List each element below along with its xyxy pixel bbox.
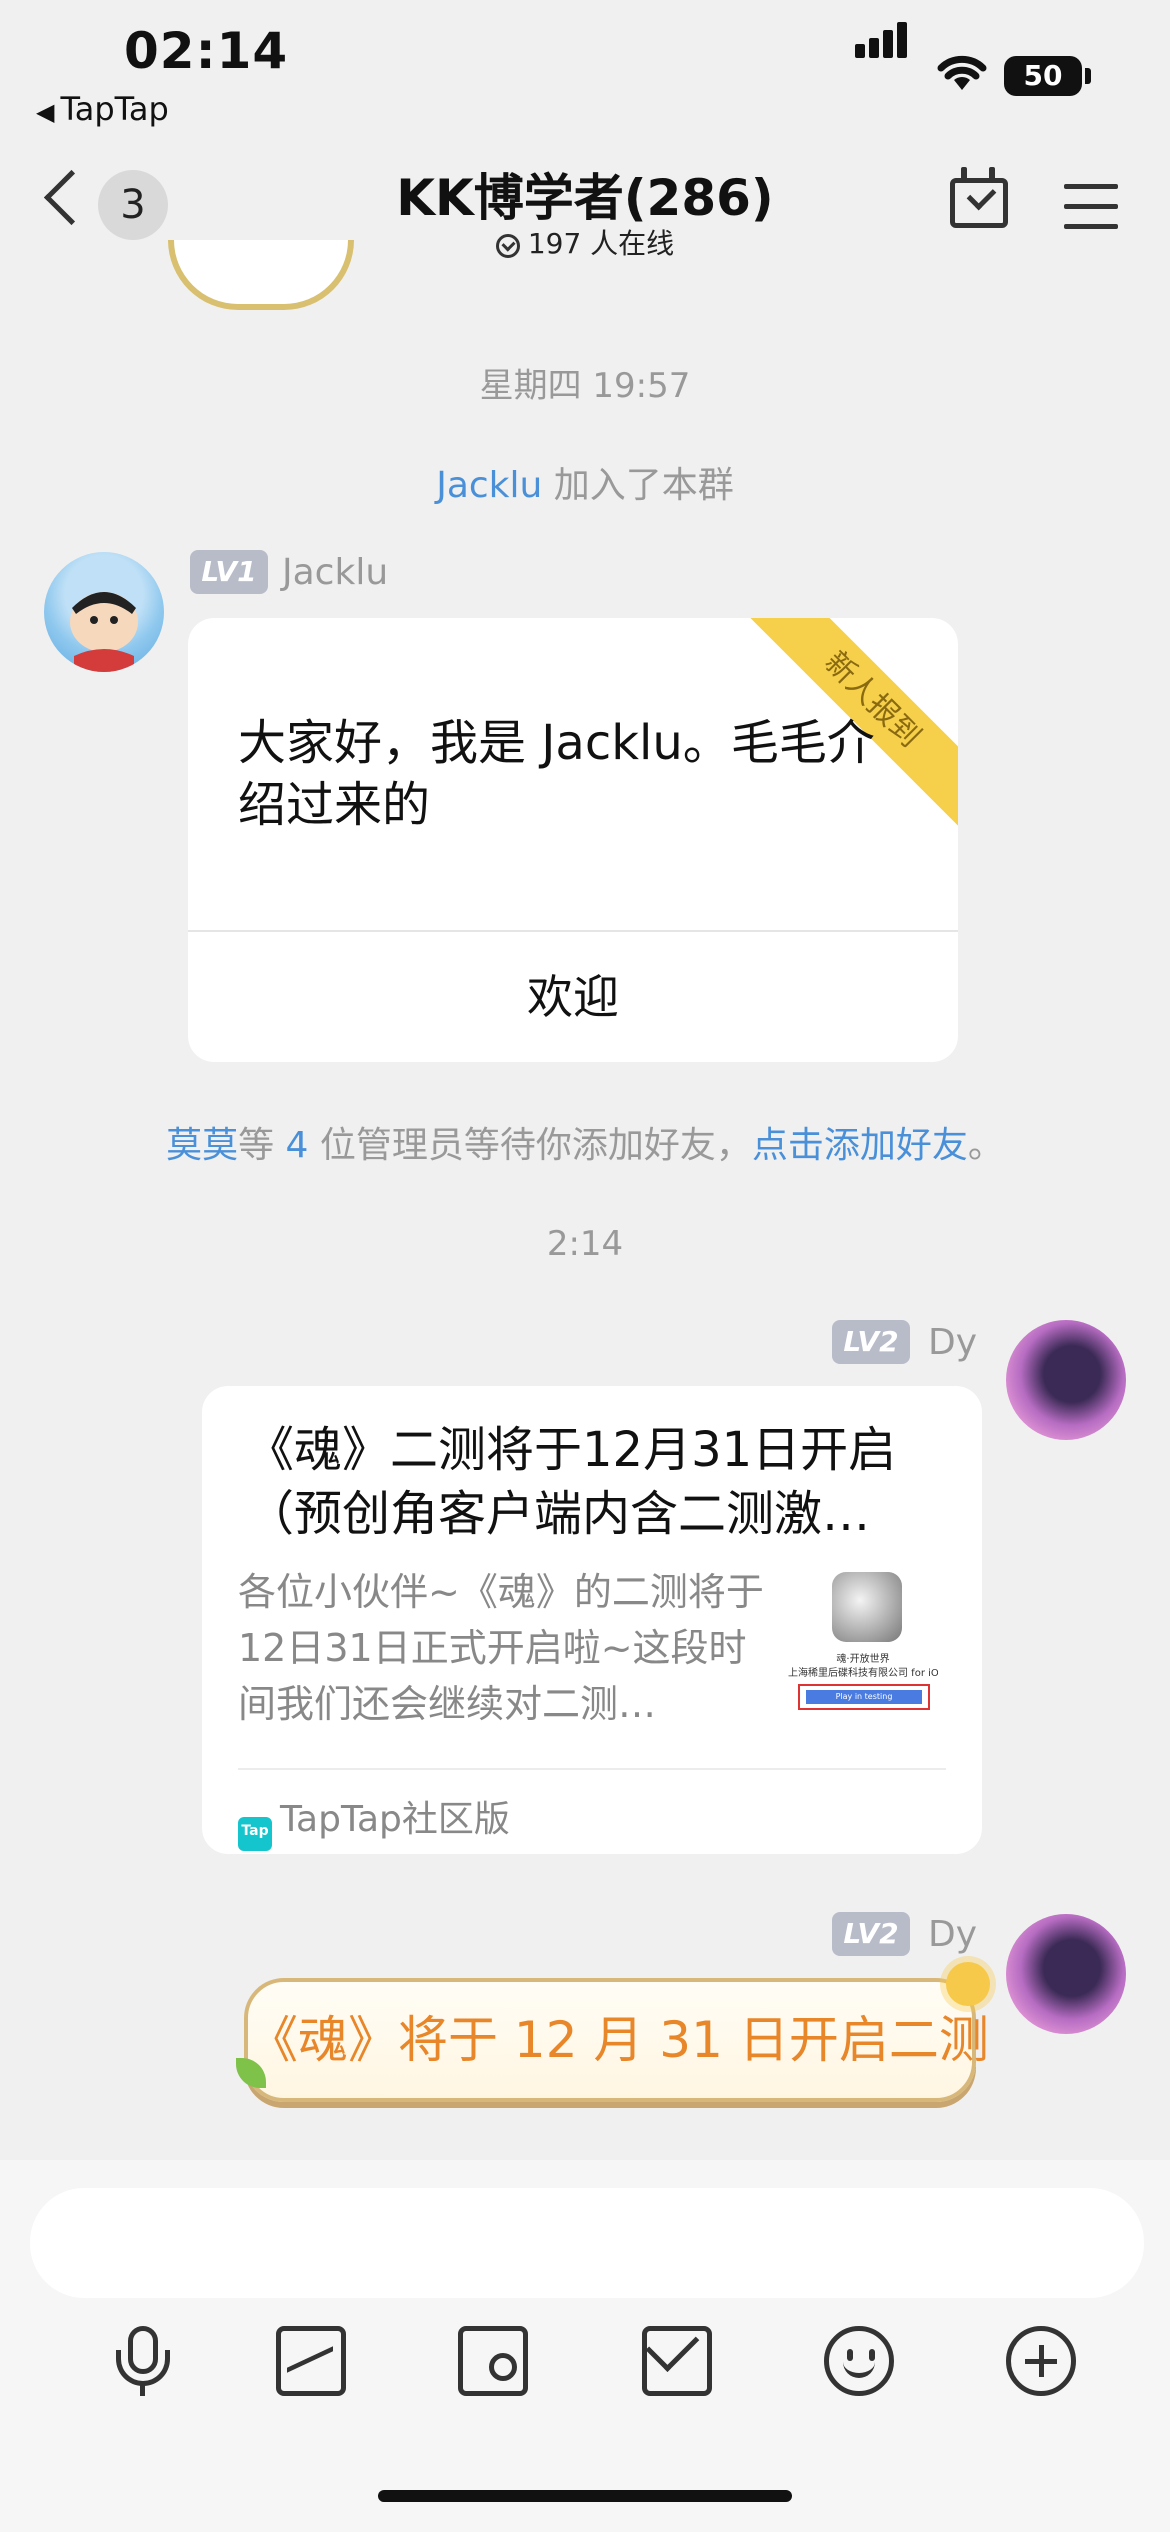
- image-icon[interactable]: [276, 2326, 346, 2396]
- camera-icon[interactable]: [458, 2326, 528, 2396]
- taptap-logo-icon: Tap: [238, 1817, 272, 1851]
- shared-post-title: 《魂》二测将于12月31日开启（预创角客户端内含二测激…: [246, 1418, 946, 1546]
- welcome-text: 大家好，我是 Jacklu。毛毛介绍过来的: [238, 715, 875, 833]
- game-icon: [832, 1572, 902, 1642]
- join-user-link[interactable]: Jacklu: [436, 465, 542, 506]
- sender-name[interactable]: Dy: [928, 1322, 977, 1363]
- shared-post-thumbnail: 魂·开放世界 上海稀里后碟科技有限公司 for iOS Play in test…: [788, 1572, 938, 1722]
- thumb-publisher: 上海稀里后碟科技有限公司 for iOS: [788, 1668, 938, 1679]
- admin-count: 4: [285, 1125, 309, 1166]
- status-time: 02:14: [124, 22, 289, 80]
- back-to-app-link[interactable]: ◀ TapTap: [36, 90, 169, 128]
- home-indicator[interactable]: [378, 2490, 792, 2502]
- timestamp: 2:14: [546, 1224, 624, 1264]
- online-check-icon: [495, 234, 520, 258]
- share-source-label: TapTap社区版: [280, 1799, 510, 1840]
- announcement-bubble[interactable]: 《魂》将于 12 月 31 日开启二测: [244, 1978, 989, 2102]
- sender-name[interactable]: Jacklu: [282, 552, 388, 593]
- battery-tip: [1085, 68, 1091, 84]
- admin-text-end: 。: [967, 1125, 1004, 1166]
- mic-icon[interactable]: [108, 2326, 178, 2396]
- admin-text-2: 位管理员等待你添加好友，: [308, 1125, 752, 1166]
- thumb-button: Play in testing: [806, 1690, 922, 1704]
- menu-icon[interactable]: [1064, 184, 1118, 244]
- red-envelope-icon[interactable]: [642, 2326, 712, 2396]
- shared-post-card[interactable]: 《魂》二测将于12月31日开启（预创角客户端内含二测激… 各位小伙伴~《魂》的二…: [202, 1386, 982, 1854]
- level-badge: LV2: [832, 1320, 910, 1364]
- admin-name-link[interactable]: 莫莫: [166, 1125, 238, 1166]
- thumb-title: 魂·开放世界: [836, 1654, 890, 1665]
- emoji-icon[interactable]: [824, 2326, 894, 2396]
- shared-post-description: 各位小伙伴~《魂》的二测将于12日31日正式开启啦~这段时间我们还会继续对二测…: [238, 1570, 764, 1726]
- level-badge: LV1: [190, 550, 268, 594]
- back-app-label: TapTap: [60, 90, 169, 128]
- add-friend-link[interactable]: 点击添加好友: [752, 1125, 968, 1166]
- welcome-button[interactable]: 欢迎: [188, 932, 958, 1062]
- wifi-icon: [935, 52, 989, 96]
- sun-decoration-icon: [946, 1962, 990, 2006]
- share-source: Tap TapTap社区版: [238, 1790, 510, 1851]
- sender-name[interactable]: Dy: [928, 1914, 977, 1955]
- avatar-dy[interactable]: [1006, 1320, 1126, 1440]
- join-notice: Jacklu 加入了本群: [0, 456, 1170, 508]
- back-triangle-icon: ◀: [36, 98, 55, 126]
- battery-indicator: 50: [1004, 56, 1082, 96]
- avatar-dy[interactable]: [1006, 1914, 1126, 2034]
- join-text: 加入了本群: [542, 465, 734, 506]
- calendar-check-icon[interactable]: [950, 167, 1008, 228]
- avatar-jacklu[interactable]: [44, 552, 164, 672]
- shared-post-title-text: 《魂》二测将于12月31日开启（预创角客户端内含二测激…: [246, 1422, 897, 1542]
- thumb-button-outline: Play in testing: [798, 1684, 930, 1710]
- timestamp: 星期四 19:57: [479, 366, 691, 406]
- online-count-text: 197 人在线: [527, 227, 675, 260]
- plus-icon[interactable]: [1006, 2326, 1076, 2396]
- divider: [238, 1768, 946, 1770]
- level-badge: LV2: [832, 1912, 910, 1956]
- message-input[interactable]: [30, 2188, 1144, 2298]
- announcement-text: 《魂》将于 12 月 31 日开启二测: [248, 2011, 989, 2069]
- welcome-card: 新人报到 大家好，我是 Jacklu。毛毛介绍过来的 欢迎: [188, 618, 958, 1062]
- previous-message-avatar: [168, 240, 354, 310]
- admin-text-1: 等: [238, 1125, 286, 1166]
- admin-notice: 莫莫等 4 位管理员等待你添加好友，点击添加好友。: [0, 1116, 1170, 1168]
